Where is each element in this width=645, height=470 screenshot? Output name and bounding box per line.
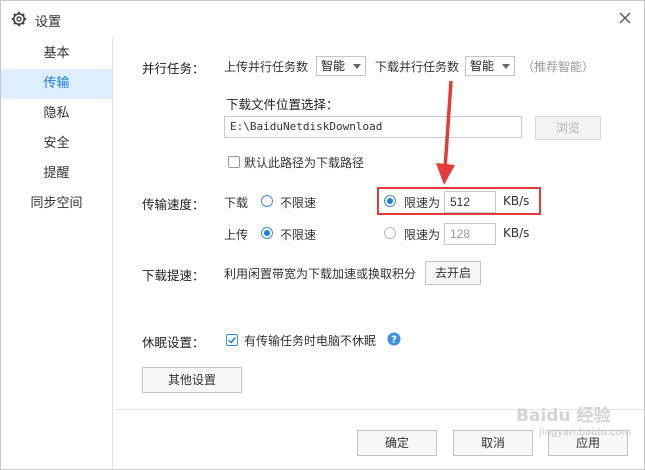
close-icon[interactable] — [614, 7, 636, 29]
upload-limit-label: 限速为 — [404, 228, 441, 242]
browse-button[interactable]: 浏览 — [535, 116, 601, 140]
speed-section-title: 传输速度： — [142, 197, 205, 212]
transfer-settings-panel: 并行任务： 上传并行任务数 智能 下载并行任务数 智能 （推荐智能） 下载文件位… — [114, 37, 644, 409]
upload-unlimited-radio[interactable] — [261, 227, 273, 239]
default-path-checkbox[interactable] — [228, 156, 240, 168]
watermark-url: jingyan.baidu.com — [539, 427, 632, 438]
upload-limit-radio[interactable] — [384, 227, 396, 239]
annotation-arrow-icon — [436, 80, 455, 185]
enable-boost-button[interactable]: 去开启 — [425, 261, 481, 285]
cancel-button[interactable]: 取消 — [453, 430, 533, 456]
sidebar-item-security[interactable]: 安全 — [1, 129, 112, 159]
parallel-section-title: 并行任务： — [142, 61, 205, 76]
sleep-section-title: 休眠设置： — [142, 335, 205, 350]
download-path-field[interactable]: E:\BaiduNetdiskDownload — [224, 116, 522, 138]
watermark-logo: Baidu 经验 — [516, 406, 611, 426]
upload-unlimited-label: 不限速 — [280, 228, 317, 242]
upload-unit-label: KB/s — [503, 226, 530, 240]
download-unlimited-radio[interactable] — [261, 195, 273, 207]
download-unlimited-label: 不限速 — [280, 196, 317, 210]
no-sleep-checkbox[interactable] — [226, 334, 238, 346]
upload-limit-input[interactable]: 128 — [444, 223, 496, 245]
settings-window: 设置 基本 传输 隐私 安全 提醒 同步空间 并行任务： 上传并行任务数 智能 … — [0, 0, 645, 470]
sidebar-item-basic[interactable]: 基本 — [1, 39, 112, 69]
download-parallel-value: 智能 — [470, 59, 495, 73]
sidebar-item-reminder[interactable]: 提醒 — [1, 159, 112, 189]
upload-parallel-value: 智能 — [321, 59, 346, 73]
parallel-hint: （推荐智能） — [522, 60, 595, 74]
ok-button[interactable]: 确定 — [357, 430, 437, 456]
sidebar-item-privacy[interactable]: 隐私 — [1, 99, 112, 129]
upload-parallel-label: 上传并行任务数 — [224, 60, 309, 74]
sidebar: 基本 传输 隐私 安全 提醒 同步空间 — [1, 37, 113, 469]
chevron-down-icon — [353, 64, 361, 69]
sidebar-item-transfer[interactable]: 传输 — [1, 69, 112, 99]
download-speed-label: 下载 — [224, 196, 249, 210]
download-parallel-select[interactable]: 智能 — [465, 56, 515, 76]
no-sleep-label: 有传输任务时电脑不休眠 — [244, 334, 377, 348]
svg-text:?: ? — [391, 335, 397, 346]
download-location-title: 下载文件位置选择： — [226, 97, 339, 112]
boost-section-title: 下载提速： — [142, 268, 205, 283]
download-parallel-label: 下载并行任务数 — [375, 60, 460, 74]
gear-icon — [11, 11, 27, 27]
chevron-down-icon — [502, 64, 510, 69]
upload-parallel-select[interactable]: 智能 — [316, 56, 366, 76]
title-bar: 设置 — [1, 1, 644, 37]
window-title: 设置 — [35, 15, 62, 30]
default-path-label: 默认此路径为下载路径 — [244, 156, 365, 170]
sidebar-item-sync-space[interactable]: 同步空间 — [1, 189, 112, 219]
upload-speed-label: 上传 — [224, 228, 249, 242]
annotation-highlight-box — [377, 187, 541, 215]
boost-description: 利用闲置带宽为下载加速或换取积分 — [224, 267, 417, 281]
help-icon[interactable]: ? — [387, 332, 401, 346]
other-settings-button[interactable]: 其他设置 — [142, 367, 242, 393]
